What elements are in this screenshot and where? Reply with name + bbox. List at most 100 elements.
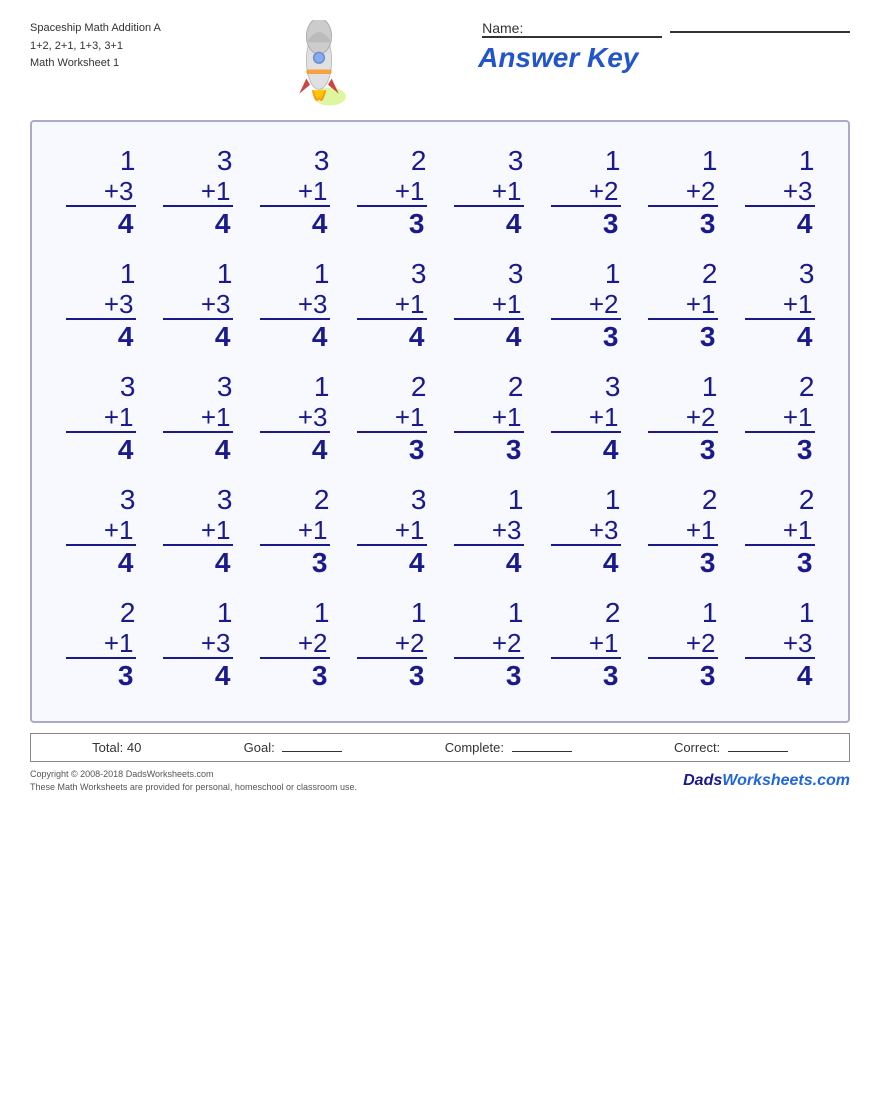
top-num-r3-c6: 3 xyxy=(605,372,621,403)
top-num-r4-c1: 3 xyxy=(120,485,136,516)
problem-r5-c5: 1+23 xyxy=(454,598,524,693)
top-num-r1-c6: 1 xyxy=(605,146,621,177)
answer-r5-c5: 3 xyxy=(454,659,524,693)
answer-r5-c2: 4 xyxy=(163,659,233,693)
top-num-r3-c5: 2 xyxy=(508,372,524,403)
problem-r2-c1: 1+34 xyxy=(66,259,136,354)
top-num-r2-c3: 1 xyxy=(314,259,330,290)
top-num-r1-c5: 3 xyxy=(508,146,524,177)
complete-blank xyxy=(512,751,572,752)
answer-r3-c8: 3 xyxy=(745,433,815,467)
goal-label: Goal: xyxy=(244,740,275,755)
answer-r2-c6: 3 xyxy=(551,320,621,354)
top-num-r2-c2: 1 xyxy=(217,259,233,290)
answer-r4-c1: 4 xyxy=(66,546,136,580)
subtitle-line1: Spaceship Math Addition A xyxy=(30,20,161,38)
name-label: Name: xyxy=(482,20,662,38)
answer-r2-c4: 4 xyxy=(357,320,427,354)
top-num-r5-c4: 1 xyxy=(411,598,427,629)
problem-r1-c5: 3+14 xyxy=(454,146,524,241)
addend-r1-c7: +2 xyxy=(648,177,718,208)
brand-dads: Dads xyxy=(683,772,722,789)
answer-r2-c1: 4 xyxy=(66,320,136,354)
addend-r3-c6: +1 xyxy=(551,403,621,434)
addend-r4-c1: +1 xyxy=(66,516,136,547)
addend-r5-c7: +2 xyxy=(648,629,718,660)
top-num-r5-c7: 1 xyxy=(702,598,718,629)
subtitle-line3: Math Worksheet 1 xyxy=(30,55,161,73)
addend-r1-c4: +1 xyxy=(357,177,427,208)
answer-r4-c7: 3 xyxy=(648,546,718,580)
addend-r5-c5: +2 xyxy=(454,629,524,660)
answer-r3-c3: 4 xyxy=(260,433,330,467)
top-num-r5-c8: 1 xyxy=(799,598,815,629)
addend-r1-c8: +3 xyxy=(745,177,815,208)
problem-r1-c2: 3+14 xyxy=(163,146,233,241)
top-num-r3-c8: 2 xyxy=(799,372,815,403)
copyright-text: Copyright © 2008-2018 DadsWorksheets.com… xyxy=(30,768,357,795)
top-num-r1-c4: 2 xyxy=(411,146,427,177)
addend-r1-c2: +1 xyxy=(163,177,233,208)
answer-r2-c2: 4 xyxy=(163,320,233,354)
answer-r3-c5: 3 xyxy=(454,433,524,467)
complete-label: Complete: xyxy=(445,740,504,755)
answer-r1-c4: 3 xyxy=(357,207,427,241)
answer-r5-c3: 3 xyxy=(260,659,330,693)
problem-r5-c8: 1+34 xyxy=(745,598,815,693)
answer-r2-c7: 3 xyxy=(648,320,718,354)
top-num-r1-c3: 3 xyxy=(314,146,330,177)
answer-r4-c5: 4 xyxy=(454,546,524,580)
top-num-r2-c4: 3 xyxy=(411,259,427,290)
answer-key-label: Answer Key xyxy=(478,42,638,74)
problem-r4-c7: 2+13 xyxy=(648,485,718,580)
addend-r5-c1: +1 xyxy=(66,629,136,660)
problem-r1-c3: 3+14 xyxy=(260,146,330,241)
problem-r2-c7: 2+13 xyxy=(648,259,718,354)
name-field: Name: xyxy=(478,20,850,38)
answer-r2-c8: 4 xyxy=(745,320,815,354)
top-num-r4-c8: 2 xyxy=(799,485,815,516)
addend-r4-c7: +1 xyxy=(648,516,718,547)
problem-r1-c1: 1+34 xyxy=(66,146,136,241)
problem-r2-c5: 3+14 xyxy=(454,259,524,354)
problem-r3-c5: 2+13 xyxy=(454,372,524,467)
addend-r3-c2: +1 xyxy=(163,403,233,434)
problem-r2-c3: 1+34 xyxy=(260,259,330,354)
answer-r2-c3: 4 xyxy=(260,320,330,354)
addend-r4-c4: +1 xyxy=(357,516,427,547)
problem-r2-c4: 3+14 xyxy=(357,259,427,354)
name-answerkey-block: Name: Answer Key xyxy=(478,20,850,74)
top-num-r1-c7: 1 xyxy=(702,146,718,177)
addend-r2-c8: +1 xyxy=(745,290,815,321)
problem-r3-c3: 1+34 xyxy=(260,372,330,467)
complete-field: Complete: xyxy=(445,740,572,755)
answer-r1-c1: 4 xyxy=(66,207,136,241)
total-label: Total: 40 xyxy=(92,740,141,755)
answer-r5-c6: 3 xyxy=(551,659,621,693)
problem-r3-c4: 2+13 xyxy=(357,372,427,467)
problem-r4-c2: 3+14 xyxy=(163,485,233,580)
problem-r3-c7: 1+23 xyxy=(648,372,718,467)
top-num-r4-c7: 2 xyxy=(702,485,718,516)
addend-r3-c3: +3 xyxy=(260,403,330,434)
problem-r2-c6: 1+23 xyxy=(551,259,621,354)
brand-worksheets: Worksheets xyxy=(722,772,812,789)
top-num-r1-c8: 1 xyxy=(799,146,815,177)
totals-bar: Total: 40 Goal: Complete: Correct: xyxy=(30,733,850,762)
problem-r2-c8: 3+14 xyxy=(745,259,815,354)
problems-row-4: 3+143+142+133+141+341+342+132+13 xyxy=(52,485,828,580)
problem-r3-c8: 2+13 xyxy=(745,372,815,467)
problem-r4-c3: 2+13 xyxy=(260,485,330,580)
answer-r1-c7: 3 xyxy=(648,207,718,241)
addend-r3-c8: +1 xyxy=(745,403,815,434)
addend-r2-c2: +3 xyxy=(163,290,233,321)
addend-r1-c6: +2 xyxy=(551,177,621,208)
goal-blank xyxy=(282,751,342,752)
addend-r4-c8: +1 xyxy=(745,516,815,547)
top-num-r2-c6: 1 xyxy=(605,259,621,290)
top-num-r1-c1: 1 xyxy=(120,146,136,177)
correct-label: Correct: xyxy=(674,740,720,755)
answer-r4-c4: 4 xyxy=(357,546,427,580)
top-num-r4-c6: 1 xyxy=(605,485,621,516)
top-num-r3-c2: 3 xyxy=(217,372,233,403)
